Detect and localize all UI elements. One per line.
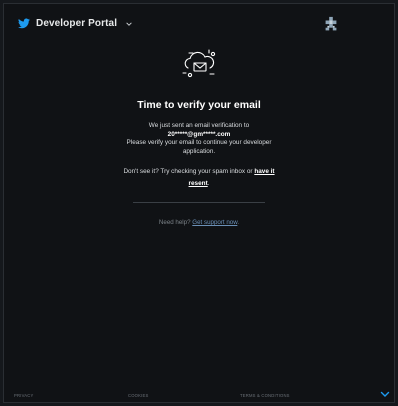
help-prefix: Need help? (158, 219, 191, 227)
verify-title: Time to verify your email (137, 99, 261, 111)
not-seen-text: Don't see it? Try checking your spam inb… (123, 168, 253, 176)
help-line: Need help? Get support now. (159, 219, 239, 226)
twitter-bird-icon (18, 18, 30, 29)
cloud-mail-icon (182, 49, 216, 78)
page-frame: Developer Portal Time to verify your ema… (3, 3, 395, 403)
footer: PRIVACY COOKIES TERMS & CONDITIONS (4, 390, 394, 402)
terms-link[interactable]: TERMS & CONDITIONS (240, 393, 290, 398)
verification-message: We just sent an email verification to 20… (119, 122, 279, 156)
chevron-down-icon[interactable] (380, 390, 390, 399)
get-support-link[interactable]: Get support now (192, 219, 237, 226)
help-suffix: . (237, 219, 240, 227)
cookies-link[interactable]: COOKIES (128, 393, 148, 398)
developer-portal-label: Developer Portal (36, 18, 118, 29)
sent-line: We just sent an email verification to (148, 122, 250, 129)
instruction-text: Please verify your email to continue you… (126, 139, 272, 155)
section-divider (133, 202, 265, 204)
top-header: Developer Portal (4, 4, 394, 44)
developer-portal-menu[interactable]: Developer Portal (18, 18, 133, 29)
user-avatar-icon[interactable] (322, 16, 340, 34)
chevron-down-icon (126, 21, 132, 26)
masked-email: 20*****@gm*****.com (167, 130, 231, 138)
verify-email-panel: Time to verify your email We just sent a… (4, 44, 394, 226)
resend-suffix: . (207, 180, 210, 188)
privacy-link[interactable]: PRIVACY (14, 393, 33, 398)
resend-message: Don't see it? Try checking your spam inb… (114, 166, 284, 190)
